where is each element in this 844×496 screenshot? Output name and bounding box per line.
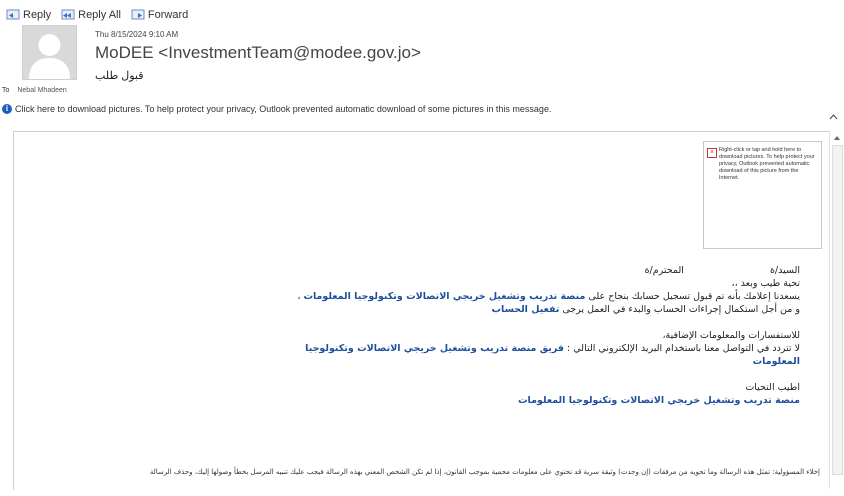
signature-line: منصة تدريب وتشغيل خريجي الاتصالات وتكنول…	[518, 395, 800, 406]
reply-all-icon	[61, 8, 75, 23]
reply-button[interactable]: Reply	[6, 8, 51, 23]
blocked-image-placeholder[interactable]: × Right-click or tap and hold here to do…	[703, 141, 822, 249]
sender-address[interactable]: MoDEE <InvestmentTeam@modee.gov.jo>	[95, 43, 421, 63]
salutation-title: السيد/ة	[769, 265, 800, 276]
reply-all-button[interactable]: Reply All	[61, 8, 121, 23]
disclaimer-text: إخلاء المسؤولية: تمثل هذه الرسالة وما تح…	[149, 468, 820, 476]
contact-text: لا تتردد في التواصل معنا باستخدام البريد…	[567, 343, 800, 354]
message-toolbar: Reply Reply All Forward	[6, 7, 188, 23]
message-date: Thu 8/15/2024 9:10 AM	[95, 30, 179, 39]
regards-line: اطيب التحيات	[745, 382, 800, 393]
platform-link[interactable]: منصة تدريب وتشغيل خريجي الاتصالات وتكنول…	[303, 291, 585, 302]
acceptance-punct: ،	[297, 291, 301, 302]
sender-avatar	[22, 25, 77, 80]
download-pictures-text: Click here to download pictures. To help…	[15, 104, 552, 114]
activation-line: و من أجل استكمال إجراءات الحساب والبدء ف…	[260, 303, 800, 316]
scroll-up-arrow-icon[interactable]	[833, 135, 841, 143]
download-pictures-bar[interactable]: i Click here to download pictures. To he…	[2, 104, 551, 114]
acceptance-text: يسعدنا إعلامك بأنه تم قبول تسجيل حسابك ب…	[588, 291, 800, 302]
acceptance-line: يسعدنا إعلامك بأنه تم قبول تسجيل حسابك ب…	[260, 290, 800, 303]
greeting-line: تحية طيب وبعد ،،	[731, 278, 801, 289]
broken-image-icon: ×	[707, 148, 717, 158]
salutation-honorific: المحترم/ة	[644, 265, 684, 276]
salutation-line: السيد/ة المحترم/ة	[260, 264, 800, 277]
message-subject: قبول طلب	[95, 70, 144, 82]
activate-account-link[interactable]: تفعيل الحساب	[491, 304, 559, 315]
blocked-image-text: Right-click or tap and hold here to down…	[719, 147, 815, 181]
forward-button[interactable]: Forward	[131, 8, 188, 23]
reply-all-label: Reply All	[78, 9, 121, 21]
to-label: To	[2, 87, 10, 94]
scroll-thumb[interactable]	[832, 145, 843, 475]
recipient-line: To Nebal Mhadeen	[2, 87, 67, 94]
inquiries-line: للاستفسارات والمعلومات الإضافية،	[662, 330, 800, 341]
reply-label: Reply	[23, 9, 52, 21]
reply-icon	[6, 8, 20, 23]
forward-label: Forward	[147, 9, 189, 21]
info-icon: i	[2, 104, 12, 114]
collapse-header-chevron-icon[interactable]	[829, 112, 838, 122]
forward-icon	[131, 8, 145, 23]
contact-line: لا تتردد في التواصل معنا باستخدام البريد…	[260, 342, 800, 368]
message-body: السيد/ة المحترم/ة تحية طيب وبعد ،، يسعدن…	[260, 264, 800, 407]
recipient-name[interactable]: Nebal Mhadeen	[17, 87, 66, 94]
message-scrollbar[interactable]	[829, 131, 844, 489]
person-silhouette-icon	[29, 34, 70, 79]
activation-text: و من أجل استكمال إجراءات الحساب والبدء ف…	[562, 304, 800, 315]
